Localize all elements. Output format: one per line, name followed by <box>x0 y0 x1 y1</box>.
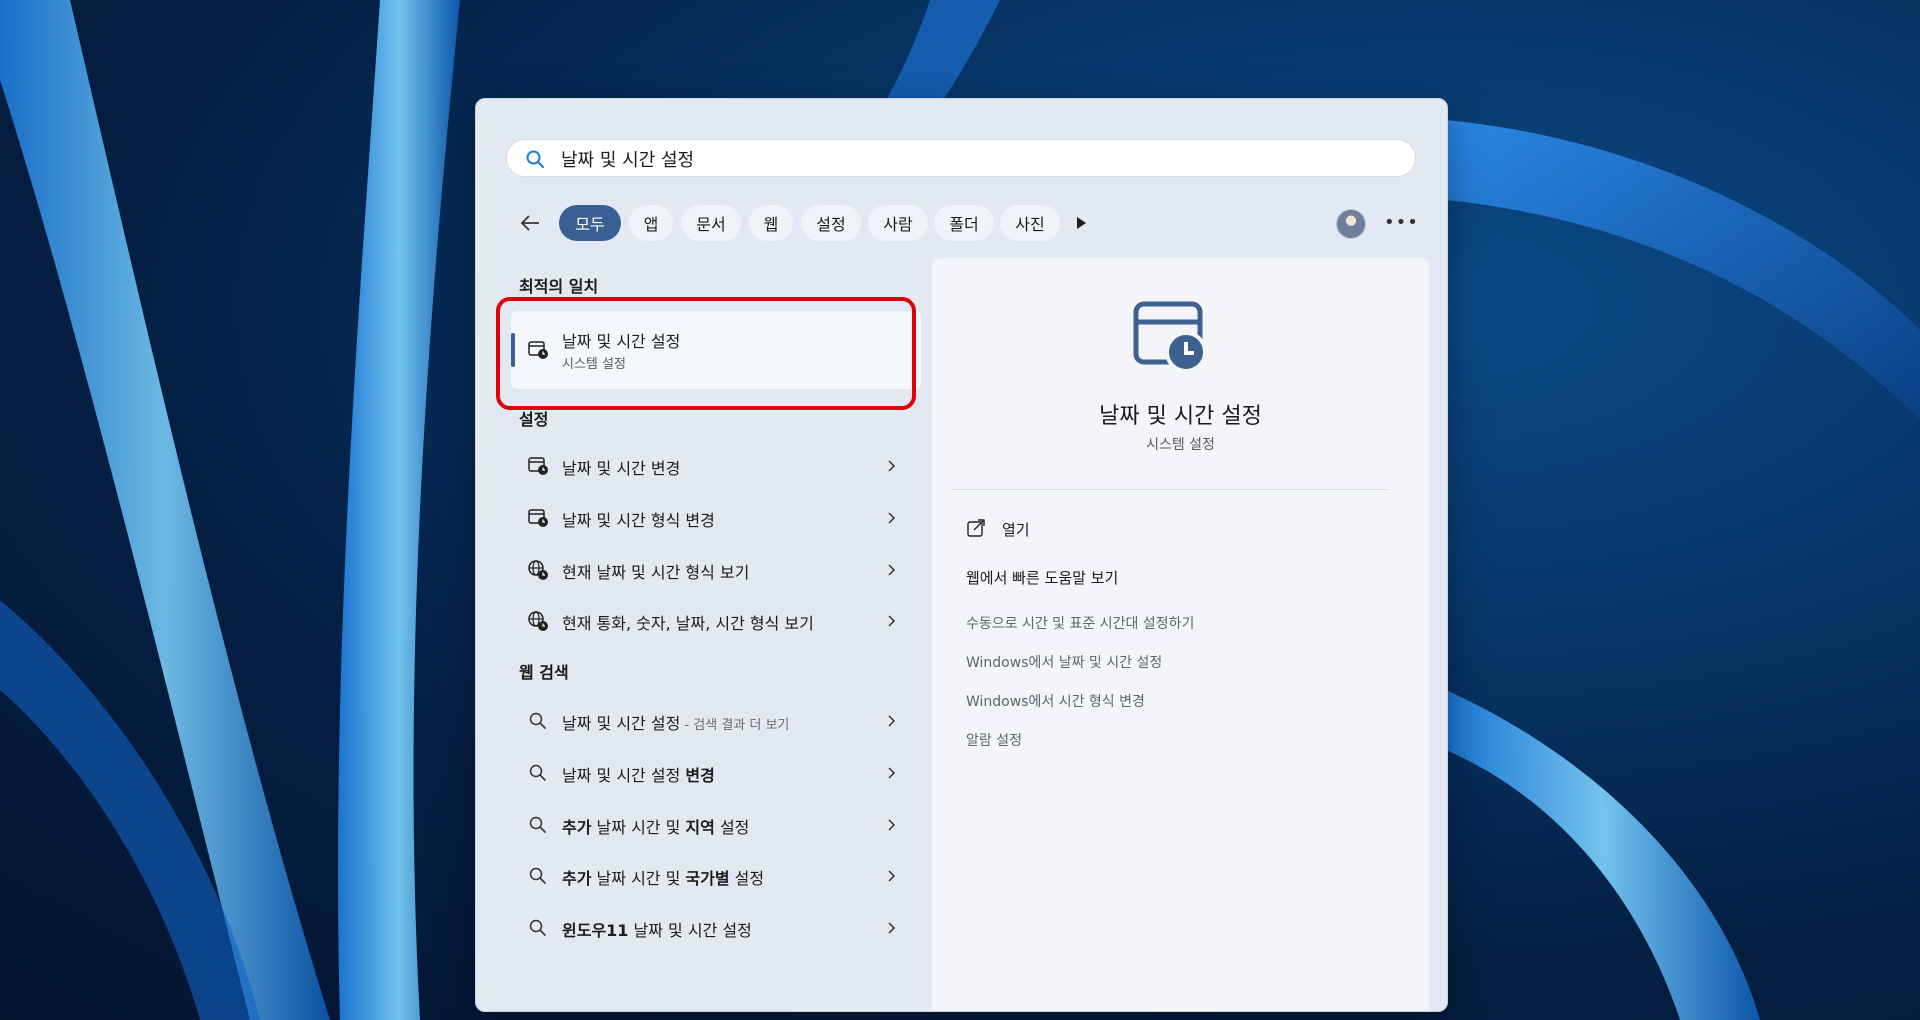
chevron-right-icon <box>888 512 896 524</box>
web-search-item[interactable]: 날짜 및 시간 설정 - 검색 결과 더 보기 <box>511 699 921 743</box>
filter-bar: 모두 앱 문서 웹 설정 사람 폴더 사진 ••• <box>516 203 1418 243</box>
filter-chip-all[interactable]: 모두 <box>559 205 621 241</box>
help-link[interactable]: Windows에서 시간 형식 변경 <box>966 691 1145 711</box>
settings-item[interactable]: 현재 통화, 숫자, 날짜, 시간 형식 보기 <box>511 599 921 643</box>
help-link[interactable]: 수동으로 시간 및 표준 시간대 설정하기 <box>966 613 1194 633</box>
open-label: 열기 <box>1002 521 1030 539</box>
web-search-label: 추가 날짜 시간 및 지역 설정 <box>562 818 750 837</box>
start-search-panel: 모두 앱 문서 웹 설정 사람 폴더 사진 ••• 최적의 일치 날짜 및 시간… <box>475 98 1448 1012</box>
help-link[interactable]: 알람 설정 <box>966 730 1022 750</box>
divider <box>952 489 1388 490</box>
web-search-item[interactable]: 추가 날짜 시간 및 국가별 설정 <box>511 854 921 898</box>
web-search-item[interactable]: 추가 날짜 시간 및 지역 설정 <box>511 803 921 847</box>
open-external-icon <box>967 519 985 537</box>
web-search-heading: 웹 검색 <box>519 663 569 682</box>
web-search-label: 날짜 및 시간 설정 - 검색 결과 더 보기 <box>562 714 790 733</box>
filter-chip-settings[interactable]: 설정 <box>801 205 861 241</box>
search-icon <box>529 919 546 936</box>
settings-item-label: 날짜 및 시간 형식 변경 <box>562 511 715 530</box>
search-icon <box>529 816 546 833</box>
preview-pane: 날짜 및 시간 설정 시스템 설정 열기 웹에서 빠른 도움말 보기 수동으로 … <box>932 258 1429 1011</box>
globe-clock-icon <box>528 560 548 580</box>
filter-chip-people[interactable]: 사람 <box>868 205 928 241</box>
settings-item[interactable]: 날짜 및 시간 변경 <box>511 444 921 488</box>
chevron-right-icon <box>888 564 896 576</box>
help-heading: 웹에서 빠른 도움말 보기 <box>966 569 1119 587</box>
chevron-right-icon <box>888 819 896 831</box>
search-input[interactable] <box>559 140 1383 178</box>
settings-item-label: 현재 통화, 숫자, 날짜, 시간 형식 보기 <box>562 614 814 633</box>
settings-heading: 설정 <box>519 410 549 429</box>
avatar[interactable] <box>1336 209 1366 239</box>
search-icon <box>529 764 546 781</box>
chevron-right-icon <box>888 615 896 627</box>
more-icon[interactable]: ••• <box>1384 209 1418 237</box>
preview-title: 날짜 및 시간 설정 <box>1099 404 1262 429</box>
highlight-box <box>496 297 916 410</box>
chevron-right-icon <box>888 870 896 882</box>
search-icon <box>526 150 545 169</box>
calendar-clock-icon <box>528 509 548 527</box>
open-button[interactable]: 열기 <box>966 514 1166 544</box>
search-box[interactable] <box>506 139 1416 178</box>
best-match-heading: 최적의 일치 <box>519 277 599 296</box>
search-icon <box>529 867 546 884</box>
play-icon[interactable] <box>1071 213 1091 233</box>
chevron-right-icon <box>888 715 896 727</box>
settings-item-label: 날짜 및 시간 변경 <box>562 459 681 478</box>
web-search-label: 추가 날짜 시간 및 국가별 설정 <box>562 869 765 888</box>
calendar-clock-icon <box>528 457 548 475</box>
web-search-item[interactable]: 윈도우11 날짜 및 시간 설정 <box>511 906 921 950</box>
globe-clock-icon <box>528 611 548 631</box>
filter-chip-folders[interactable]: 폴더 <box>934 205 994 241</box>
web-search-label: 윈도우11 날짜 및 시간 설정 <box>562 921 752 940</box>
back-arrow-icon[interactable] <box>516 209 544 237</box>
help-link[interactable]: Windows에서 날짜 및 시간 설정 <box>966 652 1162 672</box>
filter-chip-apps[interactable]: 앱 <box>629 205 673 241</box>
web-search-item[interactable]: 날짜 및 시간 설정 변경 <box>511 751 921 795</box>
settings-item[interactable]: 날짜 및 시간 형식 변경 <box>511 496 921 540</box>
settings-item-label: 현재 날짜 및 시간 형식 보기 <box>562 563 750 582</box>
filter-chip-photos[interactable]: 사진 <box>1000 205 1060 241</box>
preview-subtitle: 시스템 설정 <box>1146 437 1215 453</box>
chevron-right-icon <box>888 460 896 472</box>
filter-chip-web[interactable]: 웹 <box>749 205 793 241</box>
calendar-clock-icon <box>1133 301 1207 373</box>
chevron-right-icon <box>888 767 896 779</box>
filter-chip-documents[interactable]: 문서 <box>681 205 741 241</box>
web-search-label: 날짜 및 시간 설정 변경 <box>562 766 715 785</box>
search-icon <box>529 712 546 729</box>
chevron-right-icon <box>888 922 896 934</box>
settings-item[interactable]: 현재 날짜 및 시간 형식 보기 <box>511 548 921 592</box>
